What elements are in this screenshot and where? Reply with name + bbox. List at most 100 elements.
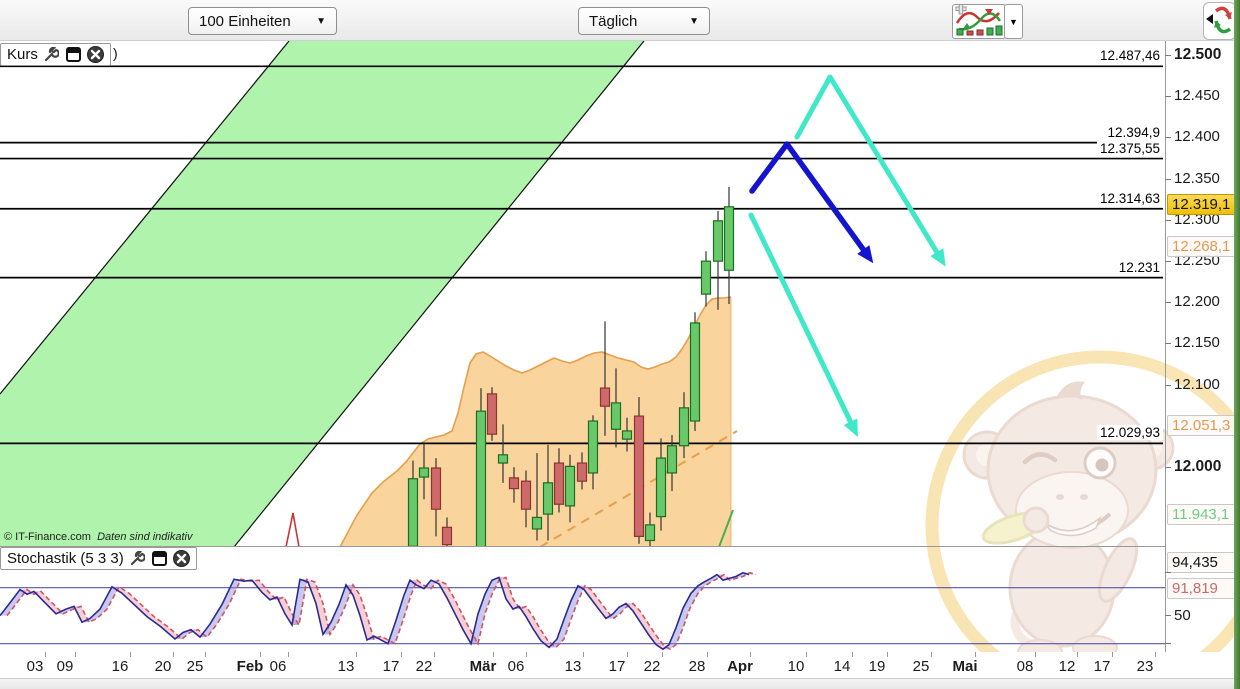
axis-tick-mark (130, 652, 131, 657)
date-axis-label: 20 (155, 658, 172, 675)
candle-body (646, 525, 655, 541)
units-dropdown-value: 100 Einheiten (189, 13, 301, 30)
price-badge: 11.943,1 (1167, 504, 1239, 525)
price-indicator-label: Kurs (7, 46, 38, 63)
axis-tick-mark (1165, 55, 1171, 56)
candle-body (555, 463, 564, 504)
price-level-label: 12.314,63 (1097, 191, 1163, 206)
axis-tick-mark (288, 652, 289, 657)
date-axis[interactable]: 0309162025Feb06131722Mär0613172228Apr101… (0, 652, 1234, 678)
axis-tick-mark (1165, 467, 1171, 468)
axis-tick-mark (1165, 302, 1171, 303)
date-axis-label: 12 (1059, 658, 1076, 675)
right-edge-bar (1234, 0, 1240, 689)
axis-tick-mark (75, 652, 76, 657)
axis-tick-mark (931, 652, 932, 657)
chart-style-dropdown[interactable]: ▼ (1004, 4, 1023, 39)
candle-body (544, 483, 553, 514)
stochastic-indicator-label: Stochastik (5 3 3) (7, 550, 124, 567)
axis-tick-mark (806, 652, 807, 657)
axis-tick-mark (975, 652, 976, 657)
date-axis-label: 16 (112, 658, 129, 675)
wrench-icon[interactable] (43, 46, 60, 63)
price-level-label: 12.394,9 (1104, 125, 1163, 140)
candle-body (522, 481, 531, 509)
candle-body (714, 221, 723, 261)
date-axis-label: 09 (57, 658, 74, 675)
axis-tick-mark (205, 652, 206, 657)
date-axis-label: 17 (383, 658, 400, 675)
window-icon[interactable] (65, 46, 82, 63)
axis-tick-mark (627, 652, 628, 657)
axis-tick-mark (750, 652, 751, 657)
wrench-icon[interactable] (129, 550, 146, 567)
axis-tick-mark (401, 652, 402, 657)
candle-body (668, 446, 677, 473)
stoch-band-fill (526, 617, 540, 629)
price-level-label: 12.487,46 (1097, 48, 1163, 63)
stoch-band-fill (471, 614, 485, 644)
date-axis-label: 13 (565, 658, 582, 675)
axis-tick-mark (583, 652, 584, 657)
axis-tick-mark (1165, 220, 1171, 221)
axis-tick-mark (1077, 652, 1078, 657)
price-badge: 12.051,3 (1167, 415, 1239, 436)
candle-body (578, 463, 587, 481)
stoch-band-fill (584, 590, 598, 599)
date-axis-label: 06 (270, 658, 287, 675)
price-axis-tick: 12.000 (1174, 458, 1221, 476)
chart-style-button[interactable] (952, 4, 1006, 39)
candle-body (635, 416, 644, 536)
stochastic-indicator-header: Stochastik (5 3 3) (0, 547, 197, 570)
axis-tick-mark (1112, 652, 1113, 657)
date-axis-label: 06 (508, 658, 525, 675)
stoch-band-fill (676, 608, 690, 628)
candle-body (533, 517, 542, 529)
candle-body (566, 466, 575, 506)
close-icon[interactable] (87, 46, 104, 63)
timeframe-dropdown-value: Täglich (579, 13, 647, 30)
date-axis-label: 25 (913, 658, 930, 675)
price-level-label: 12.375,55 (1097, 141, 1163, 156)
axis-tick-mark (173, 652, 174, 657)
date-axis-label: 17 (609, 658, 626, 675)
axis-tick-mark (434, 652, 435, 657)
price-axis-tick: 12.150 (1174, 334, 1220, 351)
axis-tick-mark (1165, 385, 1171, 386)
price-chart-svg (0, 41, 1165, 547)
chevron-down-icon: ▼ (679, 16, 709, 27)
axis-tick-mark (45, 652, 46, 657)
units-dropdown[interactable]: 100 Einheiten ▼ (188, 7, 337, 35)
window-icon[interactable] (151, 550, 168, 567)
axis-tick-mark (707, 652, 708, 657)
horizontal-scrollbar[interactable] (0, 678, 1234, 689)
instrument-label-fragment: ) (113, 45, 118, 61)
price-axis-tick: 12.100 (1174, 376, 1220, 393)
candle-body (477, 411, 486, 547)
stoch-band-fill (360, 616, 374, 640)
candle-body (488, 394, 497, 434)
toolbar: 100 Einheiten ▼ Täglich ▼ ▼ (0, 0, 1234, 41)
price-indicator-header: Kurs (0, 43, 111, 66)
axis-tick-mark (493, 652, 494, 657)
candle-body (691, 323, 700, 421)
price-plot-area[interactable] (0, 40, 1165, 547)
date-axis-label: 22 (644, 658, 661, 675)
refresh-icon (1204, 3, 1233, 37)
date-axis-label: 08 (1017, 658, 1034, 675)
disclaimer-text: Daten sind indikativ (97, 531, 192, 543)
date-axis-label: 10 (788, 658, 805, 675)
timeframe-dropdown[interactable]: Täglich ▼ (578, 7, 710, 35)
date-axis-label: Mär (470, 658, 497, 675)
axis-tick-mark (887, 652, 888, 657)
candle-body (443, 527, 452, 544)
axis-tick-mark (1165, 179, 1171, 180)
axis-tick-mark (1165, 572, 1171, 573)
stoch-band-fill (353, 595, 367, 616)
stoch-axis-tick: 50 (1174, 607, 1191, 624)
axis-tick-mark (1165, 615, 1171, 616)
refresh-button[interactable] (1203, 2, 1236, 40)
close-icon[interactable] (173, 550, 190, 567)
axis-tick-mark (662, 652, 663, 657)
axis-tick-mark (526, 652, 527, 657)
